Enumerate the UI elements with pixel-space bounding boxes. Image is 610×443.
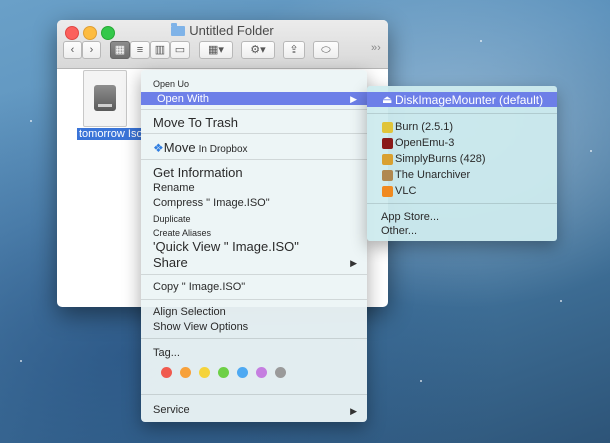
star xyxy=(480,40,482,42)
tag-color-dot[interactable] xyxy=(256,367,267,378)
tag-color-dot[interactable] xyxy=(180,367,191,378)
share-button[interactable]: ⇪ xyxy=(283,41,305,59)
app-icon xyxy=(382,154,393,165)
app-icon xyxy=(382,138,393,149)
menu-item-move-to-dropbox[interactable]: ❖Move In Dropbox xyxy=(153,140,248,155)
submenu-arrow-icon: ▶ xyxy=(350,94,357,104)
menu-separator xyxy=(141,299,367,300)
menu-item-service[interactable]: Service xyxy=(153,404,190,416)
menu-separator xyxy=(141,133,367,134)
chevron-right-icon: › xyxy=(89,44,94,56)
open-with-submenu: ⏏ DiskImageMounter (default) Burn (2.5.1… xyxy=(367,86,557,241)
submenu-arrow-icon: ▶ xyxy=(350,258,357,268)
menu-separator xyxy=(141,109,367,110)
menu-item-align-selection[interactable]: Align Selection xyxy=(153,306,226,318)
submenu-item-default-label: DiskImageMounter (default) xyxy=(395,93,544,107)
submenu-item-default-app[interactable]: ⏏ DiskImageMounter (default) xyxy=(367,92,557,107)
menu-separator xyxy=(141,274,367,275)
menu-item-open[interactable]: Open Uo xyxy=(153,79,189,89)
edit-tags-button[interactable]: ⬭ xyxy=(313,41,339,59)
list-view-button[interactable]: ≡ xyxy=(130,41,150,59)
menu-separator xyxy=(367,113,557,114)
menu-item-share[interactable]: Share xyxy=(153,255,188,270)
star xyxy=(30,120,32,122)
tag-color-dot[interactable] xyxy=(218,367,229,378)
menu-item-tags[interactable]: Tag... xyxy=(153,347,180,359)
share-icon: ⇪ xyxy=(289,44,299,56)
file-name-label[interactable]: tomorrow Iso xyxy=(77,128,141,140)
gear-icon: ⚙▾ xyxy=(250,44,266,56)
star xyxy=(20,360,22,362)
menu-item-dropbox-label: In Dropbox xyxy=(198,144,248,155)
action-button[interactable]: ⚙▾ xyxy=(241,41,275,59)
tag-color-dot[interactable] xyxy=(199,367,210,378)
window-title-text: Untitled Folder xyxy=(189,23,274,38)
chevron-left-icon: ‹ xyxy=(70,44,75,56)
column-view-button[interactable]: ▥ xyxy=(150,41,170,59)
menu-item-move-label: Move xyxy=(163,140,196,155)
forward-button[interactable]: › xyxy=(82,41,101,59)
menu-item-copy[interactable]: Copy " Image.ISO" xyxy=(153,281,245,293)
menu-item-get-information[interactable]: Get Information xyxy=(153,165,243,180)
menu-item-show-view-options[interactable]: Show View Options xyxy=(153,321,248,333)
menu-item-duplicate[interactable]: Duplicate xyxy=(153,214,191,224)
menu-item-move-to-trash[interactable]: Move To Trash xyxy=(153,115,238,130)
menu-separator xyxy=(367,203,557,204)
star xyxy=(420,380,422,382)
window-title: Untitled Folder xyxy=(57,23,388,38)
arrange-icon: ▦▾ xyxy=(208,44,224,56)
folder-icon xyxy=(171,23,186,36)
menu-item-compress[interactable]: Compress " Image.ISO" xyxy=(153,197,270,209)
submenu-item-app-store[interactable]: App Store... xyxy=(381,211,439,223)
menu-item-create-aliases[interactable]: Create Aliases xyxy=(153,228,211,238)
tag-color-dot[interactable] xyxy=(237,367,248,378)
menu-item-rename[interactable]: Rename xyxy=(153,182,195,194)
app-icon xyxy=(382,186,393,197)
columns-icon: ▥ xyxy=(154,44,166,56)
tag-color-dot[interactable] xyxy=(275,367,286,378)
menu-item-quick-view[interactable]: 'Quick View " Image.ISO" xyxy=(153,239,299,254)
submenu-item-other[interactable]: Other... xyxy=(381,225,417,237)
submenu-item-app[interactable]: The Unarchiver xyxy=(395,169,470,181)
arrange-button[interactable]: ▦▾ xyxy=(199,41,233,59)
toolbar-overflow[interactable]: »› xyxy=(371,42,381,54)
file-icon[interactable] xyxy=(83,70,127,127)
star xyxy=(590,150,592,152)
dropbox-icon: ❖ xyxy=(153,141,164,155)
grid-icon: ▦ xyxy=(114,44,126,56)
disk-mounter-icon: ⏏ xyxy=(382,94,393,106)
menu-item-open-with-label: Open With xyxy=(157,93,209,105)
menu-separator xyxy=(141,159,367,160)
submenu-item-app[interactable]: VLC xyxy=(395,185,416,197)
menu-separator xyxy=(141,338,367,339)
menu-item-open-with[interactable]: Open With ▶ xyxy=(141,92,367,105)
submenu-item-app[interactable]: OpenEmu-3 xyxy=(395,137,454,149)
tag-color-dot[interactable] xyxy=(161,367,172,378)
star xyxy=(560,300,562,302)
disk-image-icon xyxy=(94,85,116,111)
submenu-arrow-icon: ▶ xyxy=(350,406,357,416)
coverflow-view-button[interactable]: ▭ xyxy=(170,41,190,59)
list-icon: ≡ xyxy=(136,44,144,56)
icon-view-button[interactable]: ▦ xyxy=(110,41,130,59)
tag-icon: ⬭ xyxy=(321,44,331,56)
app-icon xyxy=(382,170,393,181)
coverflow-icon: ▭ xyxy=(174,44,186,56)
submenu-item-app[interactable]: SimplyBurns (428) xyxy=(395,153,485,165)
menu-separator xyxy=(141,394,367,395)
context-menu: Open Uo Open With ▶ Move To Trash ❖Move … xyxy=(141,70,367,422)
back-button[interactable]: ‹ xyxy=(63,41,82,59)
title-bar: Untitled Folder ‹ › ▦ ≡ ▥ ▭ ▦▾ ⚙▾ ⇪ ⬭ »› xyxy=(57,20,388,69)
app-icon xyxy=(382,122,393,133)
submenu-item-app[interactable]: Burn (2.5.1) xyxy=(395,121,453,133)
